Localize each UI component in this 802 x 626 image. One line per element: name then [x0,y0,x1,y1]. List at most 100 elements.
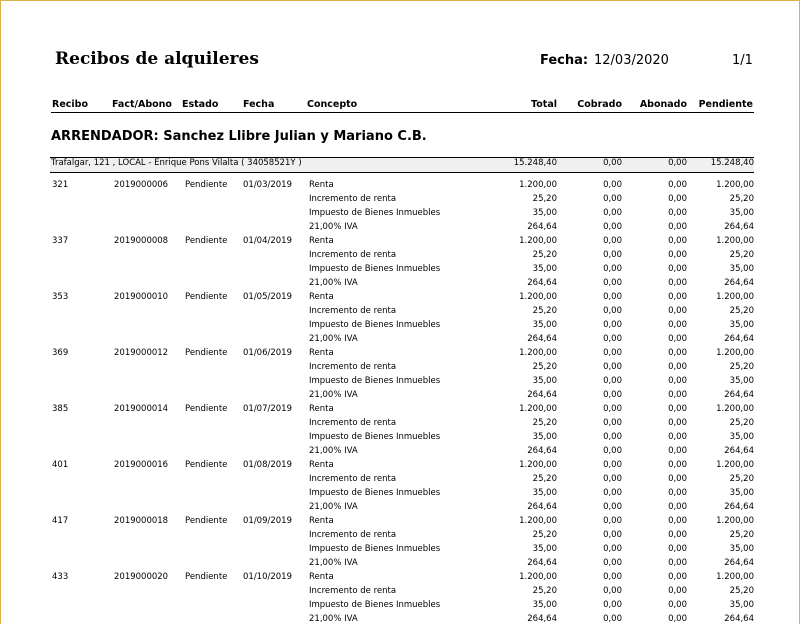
col-header-abonado: Abonado [639,99,687,110]
cell-cobrado: 0,00 [603,320,622,330]
cell-pendiente: 35,00 [729,264,754,274]
cell-concepto: Incremento de renta [309,418,397,428]
report-frame: Recibos de alquileres Fecha: 12/03/2020 … [0,0,800,624]
cell-fecha: 01/04/2019 [243,236,292,246]
cell-abonado: 0,00 [668,558,687,568]
cell-pendiente: 1.200,00 [716,572,754,582]
cell-cobrado: 0,00 [603,474,622,484]
cell-cobrado: 0,00 [603,334,622,344]
cell-concepto: Renta [309,348,334,358]
cell-fact: 2019000016 [114,460,169,470]
cell-abonado: 0,00 [668,586,687,596]
cell-cobrado: 0,00 [603,544,622,554]
cell-fecha: 01/05/2019 [243,292,292,302]
cell-estado: Pendiente [185,572,228,582]
cell-concepto: 21,00% IVA [309,558,358,568]
cell-concepto: Impuesto de Bienes Inmuebles [309,320,441,330]
cell-recibo: 353 [52,292,69,302]
cell-abonado: 0,00 [668,208,687,218]
col-header-concepto: Concepto [307,99,358,110]
cell-pendiente: 35,00 [729,600,754,610]
cell-abonado: 0,00 [668,376,687,386]
cell-recibo: 337 [52,236,69,246]
cell-fecha: 01/03/2019 [243,180,292,190]
fecha-label: Fecha: [540,53,589,68]
cell-recibo: 385 [52,404,69,414]
cell-concepto: Renta [309,292,334,302]
property-cobrado: 0,00 [603,158,622,168]
header-divider [51,112,754,113]
cell-recibo: 417 [52,516,69,526]
cell-estado: Pendiente [185,460,228,470]
cell-pendiente: 264,64 [724,278,754,288]
cell-total: 1.200,00 [519,236,557,246]
cell-cobrado: 0,00 [603,600,622,610]
cell-fact: 2019000012 [114,348,169,358]
cell-total: 264,64 [527,334,557,344]
cell-estado: Pendiente [185,404,228,414]
cell-fact: 2019000006 [114,180,169,190]
cell-total: 1.200,00 [519,404,557,414]
cell-pendiente: 1.200,00 [716,348,754,358]
cell-total: 25,20 [532,250,557,260]
cell-abonado: 0,00 [668,544,687,554]
cell-total: 35,00 [532,544,557,554]
cell-cobrado: 0,00 [603,432,622,442]
cell-total: 1.200,00 [519,460,557,470]
arrendador-heading: ARRENDADOR: Sanchez Llibre Julian y Mari… [51,129,427,144]
report-title: Recibos de alquileres [55,49,259,69]
cell-total: 35,00 [532,432,557,442]
cell-cobrado: 0,00 [603,306,622,316]
cell-pendiente: 25,20 [729,474,754,484]
cell-abonado: 0,00 [668,502,687,512]
cell-abonado: 0,00 [668,250,687,260]
cell-concepto: 21,00% IVA [309,222,358,232]
cell-pendiente: 25,20 [729,530,754,540]
cell-concepto: Renta [309,460,334,470]
cell-concepto: Renta [309,516,334,526]
cell-concepto: Incremento de renta [309,250,397,260]
cell-concepto: Incremento de renta [309,194,397,204]
cell-cobrado: 0,00 [603,572,622,582]
cell-abonado: 0,00 [668,180,687,190]
cell-fact: 2019000010 [114,292,169,302]
cell-recibo: 369 [52,348,69,358]
cell-abonado: 0,00 [668,600,687,610]
cell-cobrado: 0,00 [603,418,622,428]
cell-cobrado: 0,00 [603,446,622,456]
cell-estado: Pendiente [185,292,228,302]
cell-cobrado: 0,00 [603,194,622,204]
cell-fact: 2019000020 [114,572,169,582]
cell-total: 1.200,00 [519,516,557,526]
cell-cobrado: 0,00 [603,264,622,274]
cell-cobrado: 0,00 [603,376,622,386]
cell-pendiente: 25,20 [729,586,754,596]
cell-concepto: Incremento de renta [309,306,397,316]
cell-fecha: 01/06/2019 [243,348,292,358]
cell-fecha: 01/10/2019 [243,572,292,582]
cell-abonado: 0,00 [668,418,687,428]
cell-fact: 2019000018 [114,516,169,526]
cell-abonado: 0,00 [668,306,687,316]
cell-abonado: 0,00 [668,236,687,246]
cell-total: 264,64 [527,222,557,232]
cell-recibo: 401 [52,460,69,470]
cell-cobrado: 0,00 [603,236,622,246]
cell-concepto: Incremento de renta [309,586,397,596]
cell-abonado: 0,00 [668,278,687,288]
cell-cobrado: 0,00 [603,530,622,540]
cell-pendiente: 25,20 [729,306,754,316]
cell-total: 264,64 [527,278,557,288]
cell-estado: Pendiente [185,180,228,190]
cell-concepto: Renta [309,236,334,246]
col-header-fecha: Fecha [243,99,275,110]
cell-abonado: 0,00 [668,348,687,358]
cell-abonado: 0,00 [668,292,687,302]
cell-cobrado: 0,00 [603,502,622,512]
cell-total: 1.200,00 [519,572,557,582]
cell-total: 264,64 [527,390,557,400]
cell-concepto: Impuesto de Bienes Inmuebles [309,544,441,554]
cell-abonado: 0,00 [668,516,687,526]
property-label: Trafalgar, 121 , LOCAL - Enrique Pons Vi… [51,158,302,168]
cell-total: 25,20 [532,418,557,428]
